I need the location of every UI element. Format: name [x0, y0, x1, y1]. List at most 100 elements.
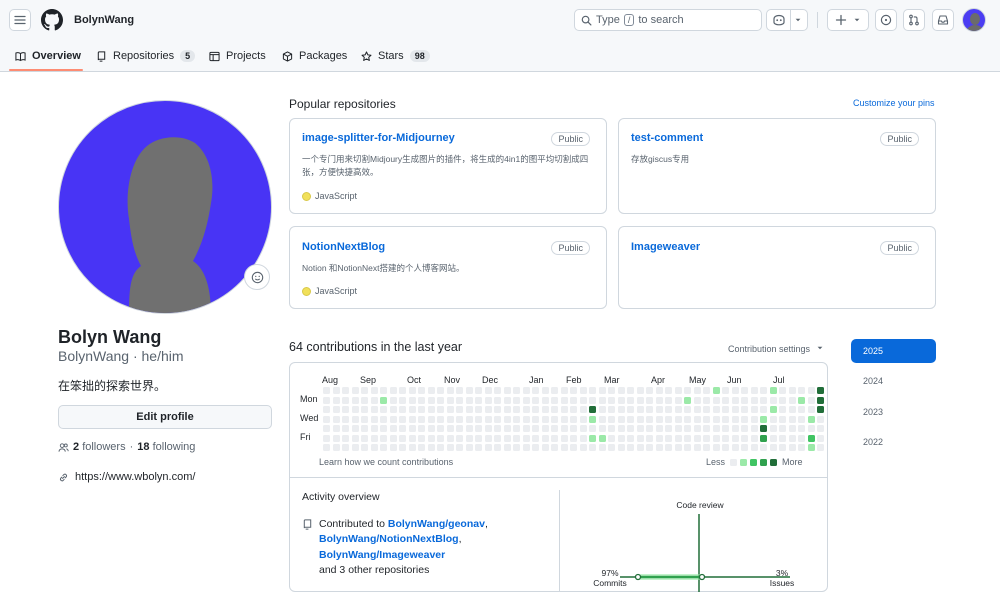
contribution-day-cell[interactable]	[351, 425, 359, 432]
contribution-day-cell[interactable]	[788, 406, 796, 413]
contribution-day-cell[interactable]	[418, 396, 425, 404]
contribution-day-cell[interactable]	[446, 415, 454, 423]
contribution-day-cell[interactable]	[437, 425, 444, 432]
contribution-day-cell[interactable]	[807, 387, 815, 394]
contribution-day-cell[interactable]	[798, 434, 805, 442]
contribution-day-cell[interactable]	[427, 425, 435, 432]
contribution-day-cell[interactable]	[503, 444, 511, 451]
contribution-day-cell[interactable]	[332, 406, 340, 413]
contribution-day-cell[interactable]	[399, 387, 406, 394]
contribution-day-cell[interactable]	[674, 415, 682, 423]
contribution-day-cell[interactable]	[399, 425, 406, 432]
contribution-day-cell[interactable]	[370, 425, 378, 432]
contribution-day-cell[interactable]	[636, 434, 644, 442]
contribution-day-cell[interactable]	[608, 434, 615, 442]
contribution-day-cell[interactable]	[551, 425, 558, 432]
contribution-day-cell[interactable]	[503, 396, 511, 404]
contribution-day-cell[interactable]	[484, 444, 492, 451]
contribution-day-cell[interactable]	[427, 415, 435, 423]
contribution-day-cell[interactable]	[712, 387, 720, 394]
contribution-day-cell[interactable]	[760, 425, 767, 432]
contribution-day-cell[interactable]	[807, 434, 815, 442]
contribution-day-cell[interactable]	[608, 387, 615, 394]
contribution-day-cell[interactable]	[627, 415, 634, 423]
contribution-day-cell[interactable]	[722, 396, 729, 404]
contribution-day-cell[interactable]	[323, 406, 330, 413]
contribution-day-cell[interactable]	[722, 406, 729, 413]
contribution-day-cell[interactable]	[646, 434, 653, 442]
contribution-day-cell[interactable]	[361, 396, 368, 404]
contribution-day-cell[interactable]	[532, 396, 539, 404]
contribution-day-cell[interactable]	[627, 444, 634, 451]
contribution-day-cell[interactable]	[817, 425, 824, 432]
contribution-day-cell[interactable]	[513, 406, 520, 413]
contribution-day-cell[interactable]	[437, 434, 444, 442]
contribution-day-cell[interactable]	[665, 406, 672, 413]
contribution-day-cell[interactable]	[779, 415, 786, 423]
contribution-day-cell[interactable]	[475, 396, 482, 404]
contribution-day-cell[interactable]	[456, 396, 463, 404]
contribution-day-cell[interactable]	[779, 396, 786, 404]
contribution-day-cell[interactable]	[760, 434, 767, 442]
contribution-day-cell[interactable]	[513, 415, 520, 423]
contribution-day-cell[interactable]	[408, 425, 416, 432]
contribution-day-cell[interactable]	[570, 425, 577, 432]
contribution-day-cell[interactable]	[484, 434, 492, 442]
search-input[interactable]: Type / to search	[574, 9, 762, 31]
contribution-day-cell[interactable]	[570, 406, 577, 413]
contribution-day-cell[interactable]	[522, 415, 530, 423]
contribution-day-cell[interactable]	[674, 444, 682, 451]
contribution-day-cell[interactable]	[551, 406, 558, 413]
contribution-day-cell[interactable]	[342, 434, 349, 442]
contribution-day-cell[interactable]	[522, 425, 530, 432]
contribution-day-cell[interactable]	[779, 406, 786, 413]
contribution-day-cell[interactable]	[684, 434, 691, 442]
contribution-day-cell[interactable]	[513, 444, 520, 451]
contribution-day-cell[interactable]	[570, 434, 577, 442]
contribution-day-cell[interactable]	[655, 425, 663, 432]
contribution-day-cell[interactable]	[731, 396, 739, 404]
github-logo-icon[interactable]	[41, 9, 63, 31]
contribution-day-cell[interactable]	[788, 415, 796, 423]
contribution-day-cell[interactable]	[456, 425, 463, 432]
contribution-day-cell[interactable]	[636, 396, 644, 404]
contribution-day-cell[interactable]	[807, 396, 815, 404]
contribution-day-cell[interactable]	[798, 387, 805, 394]
contribution-day-cell[interactable]	[389, 434, 397, 442]
contribution-day-cell[interactable]	[456, 406, 463, 413]
contribution-day-cell[interactable]	[323, 415, 330, 423]
contribution-day-cell[interactable]	[427, 396, 435, 404]
contribution-day-cell[interactable]	[465, 434, 473, 442]
contribution-day-cell[interactable]	[807, 406, 815, 413]
contribution-day-cell[interactable]	[693, 387, 701, 394]
contribution-day-cell[interactable]	[332, 415, 340, 423]
contribution-day-cell[interactable]	[693, 415, 701, 423]
contribution-day-cell[interactable]	[532, 415, 539, 423]
contribution-day-cell[interactable]	[646, 406, 653, 413]
contribution-day-cell[interactable]	[741, 396, 748, 404]
contribution-day-cell[interactable]	[532, 425, 539, 432]
contribution-day-cell[interactable]	[617, 425, 625, 432]
contribution-day-cell[interactable]	[456, 387, 463, 394]
contribution-day-cell[interactable]	[475, 425, 482, 432]
contribution-day-cell[interactable]	[446, 434, 454, 442]
contribution-day-cell[interactable]	[503, 415, 511, 423]
contribution-day-cell[interactable]	[779, 434, 786, 442]
contribution-day-cell[interactable]	[513, 387, 520, 394]
contribution-day-cell[interactable]	[370, 434, 378, 442]
contribution-day-cell[interactable]	[665, 387, 672, 394]
contribution-day-cell[interactable]	[655, 387, 663, 394]
activity-repo-link[interactable]: BolynWang/geonav	[388, 518, 485, 530]
contribution-day-cell[interactable]	[750, 387, 758, 394]
contribution-day-cell[interactable]	[769, 396, 777, 404]
contribution-day-cell[interactable]	[560, 396, 568, 404]
contribution-day-cell[interactable]	[370, 387, 378, 394]
contribution-day-cell[interactable]	[551, 415, 558, 423]
contribution-day-cell[interactable]	[579, 387, 587, 394]
repo-name-link[interactable]: NotionNextBlog	[302, 241, 385, 253]
contribution-day-cell[interactable]	[741, 406, 748, 413]
contribution-day-cell[interactable]	[389, 415, 397, 423]
contribution-day-cell[interactable]	[579, 396, 587, 404]
contribution-day-cell[interactable]	[446, 396, 454, 404]
contribution-day-cell[interactable]	[636, 406, 644, 413]
